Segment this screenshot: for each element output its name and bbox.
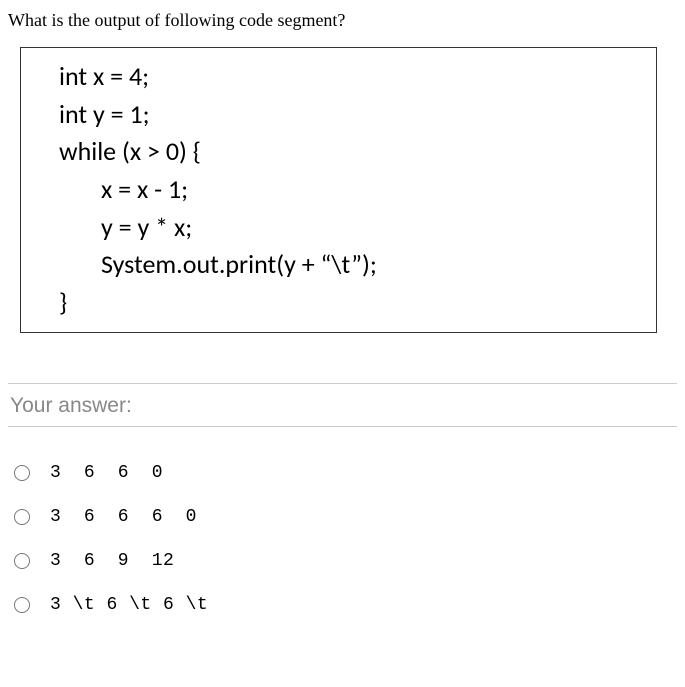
radio-icon[interactable] (14, 597, 30, 613)
options-group: 3 6 6 0 3 6 6 6 0 3 6 9 12 3 \t 6 \t 6 \… (8, 451, 677, 627)
code-line-7: } (59, 284, 638, 322)
radio-icon[interactable] (14, 553, 30, 569)
code-snippet-box: int x = 4; int y = 1; while (x > 0) { x … (20, 47, 657, 333)
code-line-1: int x = 4; (59, 58, 638, 96)
code-line-4: x = x - 1; (59, 171, 638, 209)
code-line-5: y = y * x; (59, 209, 638, 247)
code-line-2: int y = 1; (59, 96, 638, 134)
option-text: 3 6 6 0 (50, 463, 163, 483)
code-line-3: while (x > 0) { (59, 133, 638, 171)
option-text: 3 \t 6 \t 6 \t (50, 595, 208, 615)
code-line-6: System.out.print(y + “\t”); (59, 246, 638, 284)
option-text: 3 6 6 6 0 (50, 507, 197, 527)
answer-section-header: Your answer: (8, 383, 677, 427)
option-c[interactable]: 3 6 9 12 (8, 539, 677, 583)
option-d[interactable]: 3 \t 6 \t 6 \t (8, 583, 677, 627)
question-text: What is the output of following code seg… (8, 10, 677, 31)
radio-icon[interactable] (14, 509, 30, 525)
option-a[interactable]: 3 6 6 0 (8, 451, 677, 495)
option-text: 3 6 9 12 (50, 551, 174, 571)
answer-label: Your answer: (8, 394, 677, 426)
radio-icon[interactable] (14, 465, 30, 481)
option-b[interactable]: 3 6 6 6 0 (8, 495, 677, 539)
